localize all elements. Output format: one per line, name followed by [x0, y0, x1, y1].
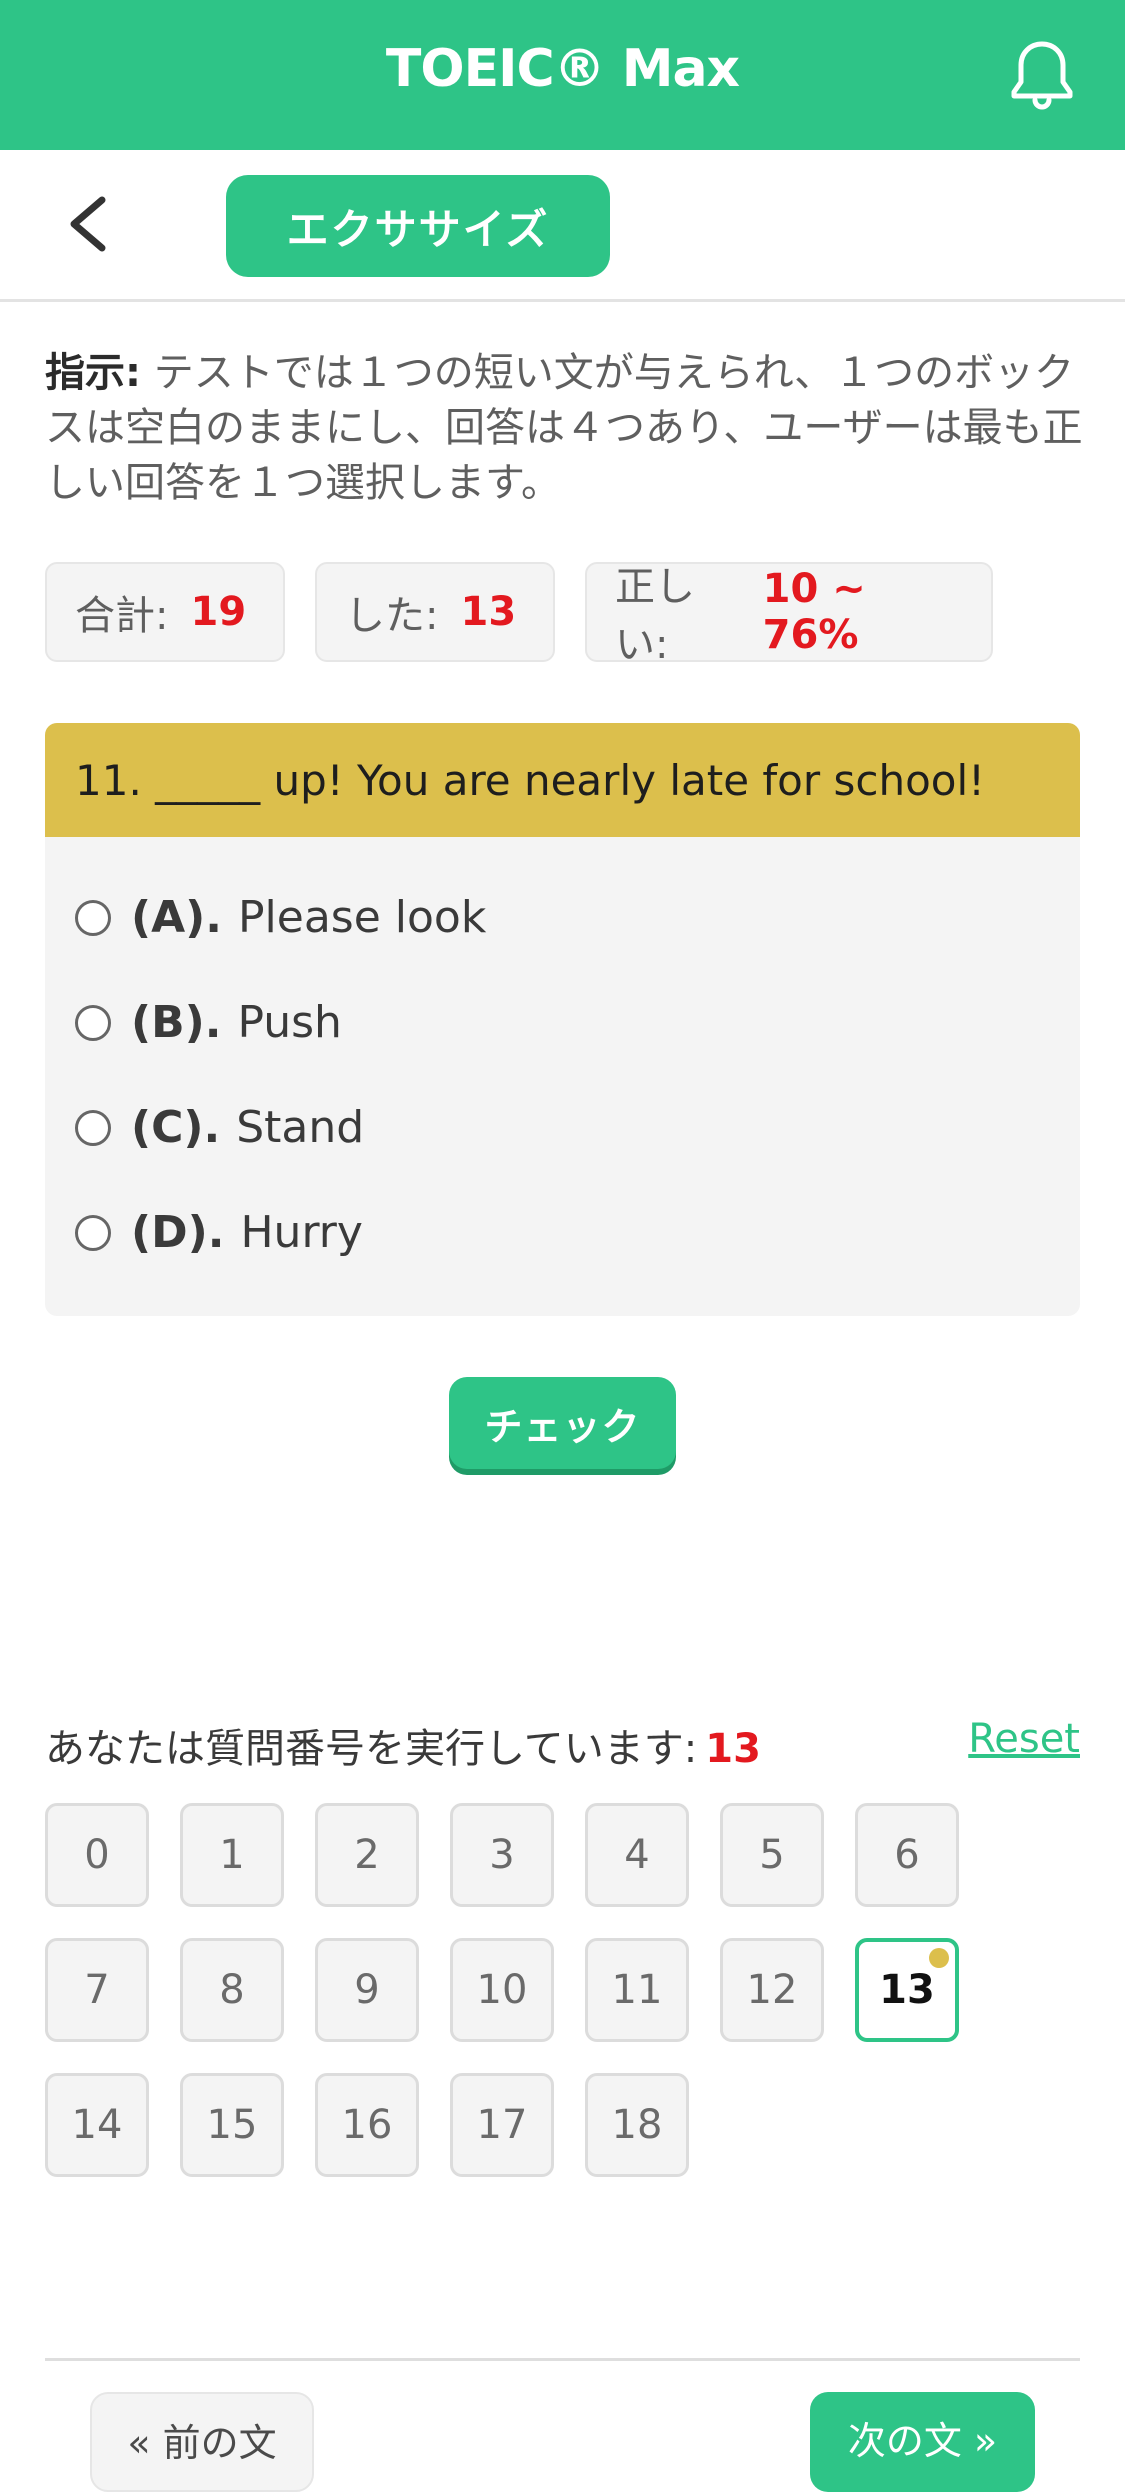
- question-number-label: 13: [879, 1967, 935, 2013]
- current-marker-dot: [929, 1948, 949, 1968]
- running-label: あなたは質問番号を実行しています:: [45, 1726, 698, 1772]
- reset-link[interactable]: Reset: [968, 1716, 1080, 1762]
- footer-divider: [45, 2358, 1080, 2361]
- option-b[interactable]: (B). Push: [45, 970, 1080, 1075]
- radio-button[interactable]: [75, 1004, 111, 1041]
- app-title: TOEIC® Max: [385, 39, 740, 99]
- running-number: 13: [705, 1726, 761, 1772]
- option-text: Stand: [236, 1102, 365, 1153]
- stat-correct-value: 10 ~ 76%: [762, 566, 866, 658]
- stat-total: 合計: 19: [45, 562, 285, 662]
- option-text: Hurry: [240, 1207, 363, 1258]
- chevron-left-icon[interactable]: [62, 194, 116, 254]
- instructions-text: テストでは１つの短い文が与えられ、１つのボックスは空白のままにし、回答は４つあり…: [45, 350, 1083, 506]
- option-text: Push: [237, 997, 342, 1048]
- question-number-14[interactable]: 14: [45, 2073, 149, 2177]
- option-label: (B).: [131, 997, 222, 1048]
- question-number-15[interactable]: 15: [180, 2073, 284, 2177]
- question-number-12[interactable]: 12: [720, 1938, 824, 2042]
- question-number-10[interactable]: 10: [450, 1938, 554, 2042]
- question-number-5[interactable]: 5: [720, 1803, 824, 1907]
- stat-done-label: した:: [345, 593, 439, 639]
- question-card: 11. _____ up! You are nearly late for sc…: [45, 723, 1080, 1316]
- radio-button[interactable]: [75, 1109, 111, 1146]
- question-number-3[interactable]: 3: [450, 1803, 554, 1907]
- bell-icon[interactable]: [1009, 38, 1075, 112]
- question-number-0[interactable]: 0: [45, 1803, 149, 1907]
- running-question: あなたは質問番号を実行しています: 13: [45, 1716, 761, 1774]
- question-text: 11. _____ up! You are nearly late for sc…: [45, 723, 1080, 837]
- question-number-2[interactable]: 2: [315, 1803, 419, 1907]
- radio-button[interactable]: [75, 899, 111, 936]
- stat-total-label: 合計:: [75, 593, 169, 639]
- option-c[interactable]: (C). Stand: [45, 1075, 1080, 1180]
- stat-done-value: 13: [460, 589, 517, 635]
- stat-correct-label: 正しい:: [615, 564, 695, 668]
- option-a[interactable]: (A). Please look: [45, 865, 1080, 970]
- app-header: TOEIC® Max: [0, 0, 1125, 150]
- sub-navigation: エクササイズ: [0, 150, 1125, 302]
- option-label: (A).: [131, 892, 222, 943]
- radio-button[interactable]: [75, 1214, 111, 1251]
- question-number-1[interactable]: 1: [180, 1803, 284, 1907]
- instructions: 指示: テストでは１つの短い文が与えられ、１つのボックスは空白のままにし、回答は…: [45, 346, 1085, 511]
- question-number-9[interactable]: 9: [315, 1938, 419, 2042]
- question-number-4[interactable]: 4: [585, 1803, 689, 1907]
- answer-options: (A). Please look (B). Push (C). Stand (D…: [45, 837, 1080, 1285]
- question-number-13-current[interactable]: 13: [855, 1938, 959, 2042]
- question-number-grid: 0 1 2 3 4 5 6 7 8 9 10 11 12 13 14 15 16…: [45, 1803, 1035, 2177]
- check-button[interactable]: チェック: [449, 1377, 676, 1469]
- option-text: Please look: [238, 892, 487, 943]
- stats-bar: 合計: 19 した: 13 正しい: 10 ~ 76%: [45, 562, 993, 668]
- next-sentence-button[interactable]: 次の文 »: [810, 2392, 1035, 2492]
- question-number-8[interactable]: 8: [180, 1938, 284, 2042]
- option-label: (C).: [131, 1102, 221, 1153]
- stat-total-value: 19: [190, 589, 247, 635]
- question-number-16[interactable]: 16: [315, 2073, 419, 2177]
- question-number-7[interactable]: 7: [45, 1938, 149, 2042]
- prev-sentence-button[interactable]: « 前の文: [90, 2392, 314, 2492]
- question-number-11[interactable]: 11: [585, 1938, 689, 2042]
- stat-done: した: 13: [315, 562, 555, 662]
- stat-correct: 正しい: 10 ~ 76%: [585, 562, 993, 668]
- option-d[interactable]: (D). Hurry: [45, 1180, 1080, 1285]
- question-number-17[interactable]: 17: [450, 2073, 554, 2177]
- option-label: (D).: [131, 1207, 225, 1258]
- question-number-18[interactable]: 18: [585, 2073, 689, 2177]
- question-number-6[interactable]: 6: [855, 1803, 959, 1907]
- exercise-button[interactable]: エクササイズ: [226, 175, 610, 277]
- instructions-label: 指示:: [45, 350, 141, 396]
